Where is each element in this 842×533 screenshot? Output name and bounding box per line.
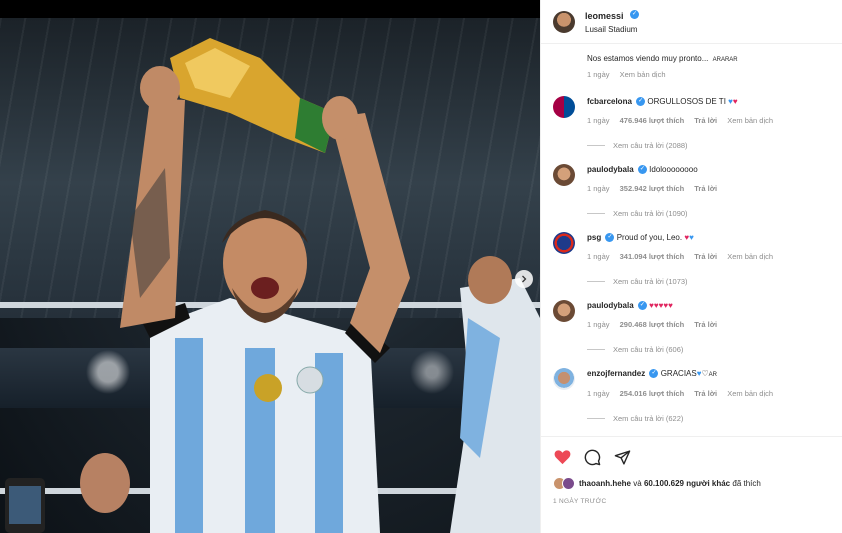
post-header: leomessi ✓ Lusail Stadium <box>541 0 842 44</box>
comment-time[interactable]: 1 ngày <box>587 389 610 398</box>
caption-suffix: ARARAR <box>712 57 738 63</box>
commenter-username[interactable]: paulodybala <box>587 165 634 174</box>
commenter-avatar[interactable] <box>553 232 575 254</box>
likes-and: và <box>633 479 642 488</box>
caption-text: Nos estamos viendo muy pronto... <box>587 54 709 63</box>
commenter-avatar[interactable] <box>553 164 575 186</box>
translate-link[interactable]: Xem bản dịch <box>727 389 773 398</box>
verified-badge-icon: ✓ <box>649 369 659 379</box>
post-timestamp[interactable]: 1 NGÀY TRƯỚC <box>541 490 842 513</box>
post-side-panel: leomessi ✓ Lusail Stadium Nos estamos vi… <box>540 0 842 533</box>
comment-text: GRACIAS <box>660 369 697 378</box>
comment-likes[interactable]: 352.942 lượt thích <box>620 184 685 193</box>
comment-item: paulodybala ✓ Idoloooooooo 1 ngày 352.94… <box>553 164 833 218</box>
reply-button[interactable]: Trả lời <box>694 389 717 398</box>
red-heart-icon: ♥♥♥♥♥ <box>649 301 673 310</box>
other-likers-link[interactable]: 60.100.629 người khác <box>644 479 730 488</box>
author-avatar[interactable] <box>553 10 575 33</box>
verified-badge-icon: ✓ <box>605 233 615 243</box>
comment-likes[interactable]: 476.946 lượt thích <box>620 116 685 125</box>
post-photo[interactable] <box>0 18 540 533</box>
verified-badge-icon: ✓ <box>637 301 647 311</box>
comment-likes[interactable]: 341.094 lượt thích <box>620 252 685 261</box>
comment-item: psg ✓ Proud of you, Leo. ♥♥ 1 ngày 341.0… <box>553 232 833 286</box>
comment-item: paulodybala ✓ ♥♥♥♥♥ 1 ngày 290.468 lượt … <box>553 300 833 354</box>
comment-time[interactable]: 1 ngày <box>587 184 610 193</box>
comment-likes[interactable]: 254.016 lượt thích <box>620 389 685 398</box>
white-heart-icon: ♡ <box>701 369 709 378</box>
comment-time[interactable]: 1 ngày <box>587 320 610 329</box>
post-caption: Nos estamos viendo muy pronto... ARARAR … <box>541 44 842 79</box>
verified-badge-icon: ✓ <box>636 97 646 107</box>
view-replies-button[interactable]: Xem câu trả lời (622) <box>587 414 833 423</box>
view-replies-button[interactable]: Xem câu trả lời (2088) <box>587 141 833 150</box>
share-icon[interactable] <box>613 448 631 466</box>
heart-filled-icon[interactable] <box>553 448 571 466</box>
reply-button[interactable]: Trả lời <box>694 252 717 261</box>
comments-list[interactable]: Nos estamos viendo muy pronto... ARARAR … <box>541 44 842 436</box>
verified-badge-icon: ✓ <box>629 9 639 19</box>
caption-translate-link[interactable]: Xem bản dịch <box>620 70 666 79</box>
comment-text: Proud of you, Leo. <box>616 233 683 242</box>
commenter-avatar[interactable] <box>553 300 575 322</box>
next-photo-button[interactable] <box>515 270 533 288</box>
author-username[interactable]: leomessi <box>585 11 624 21</box>
blue-heart-icon: ♥ <box>689 233 694 242</box>
commenter-avatar[interactable] <box>553 96 575 118</box>
comment-icon[interactable] <box>583 448 601 466</box>
commenter-username[interactable]: enzojfernandez <box>587 369 645 378</box>
post-actions: thaoanh.hehe và 60.100.629 người khác đã… <box>541 436 842 513</box>
comment-time[interactable]: 1 ngày <box>587 116 610 125</box>
commenter-avatar[interactable] <box>553 368 575 390</box>
chevron-right-icon <box>520 270 528 288</box>
view-replies-button[interactable]: Xem câu trả lời (606) <box>587 345 833 354</box>
comment-item: fcbarcelona ✓ ORGULLOSOS DE TI ♥♥ 1 ngày… <box>553 96 833 150</box>
commenter-username[interactable]: paulodybala <box>587 301 634 310</box>
reply-button[interactable]: Trả lời <box>694 184 717 193</box>
reply-button[interactable]: Trả lời <box>694 320 717 329</box>
view-replies-button[interactable]: Xem câu trả lời (1073) <box>587 277 833 286</box>
comment-text: ORGULLOSOS DE TI <box>647 97 726 106</box>
view-replies-button[interactable]: Xem câu trả lời (1090) <box>587 209 833 218</box>
likes-summary: thaoanh.hehe và 60.100.629 người khác đã… <box>541 477 842 490</box>
translate-link[interactable]: Xem bản dịch <box>727 252 773 261</box>
comment-text: Idoloooooooo <box>649 165 698 174</box>
likes-liked: đã thích <box>732 479 761 488</box>
translate-link[interactable]: Xem bản dịch <box>727 116 773 125</box>
commenter-username[interactable]: fcbarcelona <box>587 97 632 106</box>
post-location[interactable]: Lusail Stadium <box>585 23 639 36</box>
liker-avatar[interactable] <box>562 477 575 490</box>
reply-button[interactable]: Trả lời <box>694 116 717 125</box>
commenter-username[interactable]: psg <box>587 233 601 242</box>
caption-time[interactable]: 1 ngày <box>587 70 610 79</box>
comment-likes[interactable]: 290.468 lượt thích <box>620 320 685 329</box>
verified-badge-icon: ✓ <box>637 165 647 175</box>
comment-time[interactable]: 1 ngày <box>587 252 610 261</box>
comment-item: enzojfernandez ✓ GRACIAS♥♡AR 1 ngày 254.… <box>553 368 833 423</box>
red-heart-icon: ♥ <box>732 97 738 106</box>
liker-username[interactable]: thaoanh.hehe <box>579 479 631 488</box>
comment-suffix: AR <box>708 372 717 378</box>
